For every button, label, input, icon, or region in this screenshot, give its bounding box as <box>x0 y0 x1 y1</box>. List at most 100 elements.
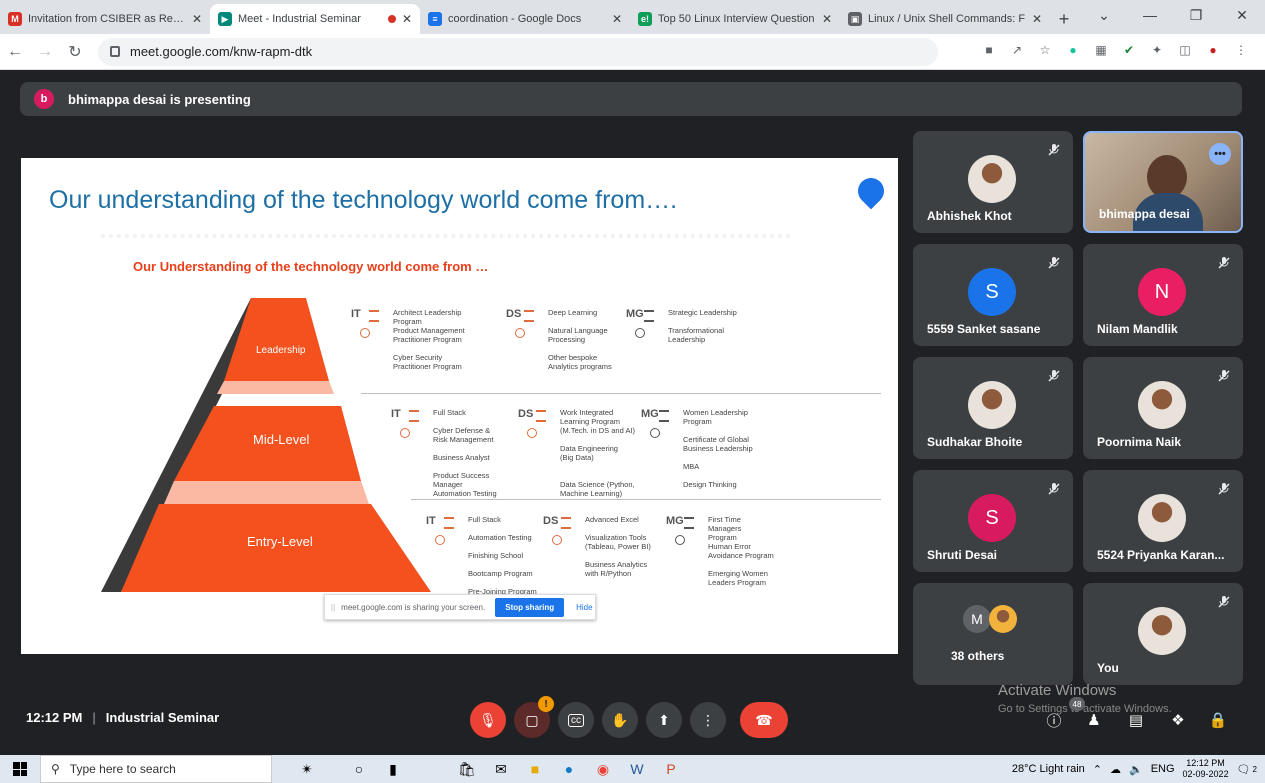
mic-toggle-button[interactable]: 🎙 <box>470 702 506 738</box>
participant-name: 5559 Sanket sasane <box>927 322 1041 336</box>
browser-tab[interactable]: ▣ Linux / Unix Shell Commands: F ✕ <box>840 4 1050 34</box>
participant-tile[interactable]: Sudhakar Bhoite <box>913 357 1073 459</box>
url-omnibox[interactable]: meet.google.com/knw-rapm-dtk <box>98 37 938 66</box>
check-extension-icon[interactable]: ✔ <box>1121 42 1137 58</box>
taskbar-search[interactable]: ⚲ Type here to search <box>40 755 272 783</box>
mic-muted-icon <box>1217 369 1231 383</box>
participant-name: Shruti Desai <box>927 548 998 562</box>
it-certificate-icon: IT <box>391 406 421 442</box>
word-icon[interactable]: W <box>620 755 654 783</box>
host-controls-button[interactable]: 🔒 <box>1206 708 1230 732</box>
program-line <box>683 471 753 480</box>
file-explorer-icon[interactable]: ■ <box>518 755 552 783</box>
participant-tile[interactable]: M 38 others <box>913 583 1073 685</box>
tab-close-icon[interactable]: ✕ <box>612 12 622 26</box>
program-line: Automation Testing <box>433 489 497 498</box>
mail-icon[interactable]: ✉ <box>484 755 518 783</box>
grammarly-icon[interactable]: ● <box>1065 42 1081 58</box>
tab-close-icon[interactable]: ✕ <box>192 12 202 26</box>
mic-muted-icon <box>1217 595 1231 609</box>
meeting-details-button[interactable]: ⓘ <box>1042 708 1066 732</box>
people-button[interactable]: ♟ <box>1082 708 1106 732</box>
hangup-icon: ☎ <box>755 711 773 728</box>
edge-icon[interactable]: ● <box>552 755 586 783</box>
menu-kebab-icon[interactable]: ⋮ <box>1233 42 1249 58</box>
notifications-icon[interactable]: 🗨 <box>1237 763 1251 776</box>
forward-button[interactable]: → <box>30 43 60 61</box>
new-tab-button[interactable]: + <box>1050 4 1078 34</box>
captions-button[interactable]: cc <box>558 702 594 738</box>
ds-certificate-icon: DS <box>543 513 573 549</box>
participant-photo <box>1138 381 1186 429</box>
presenter-avatar: b <box>34 89 54 109</box>
notification-count: 2 <box>1252 764 1257 774</box>
reload-button[interactable]: ↻ <box>60 42 90 62</box>
powerpoint-icon[interactable]: P <box>654 755 688 783</box>
drag-handle-icon[interactable]: || <box>331 603 335 612</box>
volume-icon[interactable]: 🔈 <box>1129 763 1143 776</box>
network-icon[interactable]: ☁ <box>1110 763 1121 776</box>
participant-tile[interactable]: S Shruti Desai <box>913 470 1073 572</box>
tab-close-icon[interactable]: ✕ <box>822 12 832 26</box>
hide-button[interactable]: Hide <box>576 603 592 612</box>
stop-sharing-button[interactable]: Stop sharing <box>495 597 565 617</box>
more-options-button[interactable]: ⋮ <box>690 702 726 738</box>
it-certificate-icon: IT <box>426 513 456 549</box>
language-indicator[interactable]: ENG <box>1151 763 1175 775</box>
meeting-name[interactable]: Industrial Seminar <box>106 710 219 725</box>
tab-search-icon[interactable]: ⌄ <box>1081 0 1127 30</box>
program-line <box>548 344 612 353</box>
participant-tile[interactable]: You <box>1083 583 1243 685</box>
chrome-icon[interactable]: ◉ <box>586 755 620 783</box>
participant-avatar: S <box>968 268 1016 316</box>
activities-button[interactable]: ❖ <box>1166 708 1190 732</box>
task-view-icon[interactable]: ▮ <box>376 755 410 783</box>
chat-button[interactable]: ▤ <box>1124 708 1148 732</box>
browser-tab[interactable]: e! Top 50 Linux Interview Question ✕ <box>630 4 840 34</box>
start-button[interactable] <box>0 762 40 776</box>
participant-tile[interactable]: 5524 Priyanka Karan... <box>1083 470 1243 572</box>
camera-in-use-icon[interactable]: ■ <box>981 42 997 58</box>
extensions-puzzle-icon[interactable]: ✦ <box>1149 42 1165 58</box>
cortana-icon[interactable]: ○ <box>342 755 376 783</box>
it-program-list: Full Stack Cyber Defense & Risk Managemen… <box>433 408 497 498</box>
tile-options-button[interactable]: ••• <box>1209 143 1231 165</box>
tray-chevron-icon[interactable]: ⌃ <box>1093 763 1102 776</box>
raise-hand-button[interactable]: ✋ <box>602 702 638 738</box>
weather-text[interactable]: 28°C Light rain <box>1012 763 1085 775</box>
restore-button[interactable]: ❐ <box>1173 0 1219 30</box>
tab-close-icon[interactable]: ✕ <box>1032 12 1042 26</box>
participant-tile[interactable]: Abhishek Khot <box>913 131 1073 233</box>
leave-call-button[interactable]: ☎ <box>740 702 788 738</box>
mic-muted-icon <box>1217 256 1231 270</box>
program-line: Work Integrated <box>560 408 614 417</box>
participant-tile[interactable]: Poornima Naik <box>1083 357 1243 459</box>
program-line: Leadership <box>668 335 706 344</box>
browser-tab[interactable]: ▶ Meet - Industrial Seminar ✕ <box>210 4 420 34</box>
share-icon[interactable]: ↗ <box>1009 42 1025 58</box>
grid-extension-icon[interactable]: ▦ <box>1093 42 1109 58</box>
store-icon[interactable]: 🛍 <box>450 755 484 783</box>
program-line: Machine Learning) <box>560 489 623 498</box>
camera-toggle-button[interactable]: ▢! <box>514 696 554 738</box>
mg-program-list: Women Leadership Program Certificate of G… <box>683 408 753 489</box>
news-widget-icon[interactable]: ✴ <box>272 755 342 783</box>
browser-tab[interactable]: M Invitation from CSIBER as Resou ✕ <box>0 4 210 34</box>
back-button[interactable]: ← <box>0 43 30 61</box>
sidepanel-icon[interactable]: ◫ <box>1177 42 1193 58</box>
present-button[interactable]: ⬆ <box>646 702 682 738</box>
program-line: Human Error <box>708 542 751 551</box>
participant-tile[interactable]: N Nilam Mandlik <box>1083 244 1243 346</box>
minimize-button[interactable]: — <box>1127 0 1173 30</box>
pyramid-level-leadership: Leadership <box>256 345 306 356</box>
profile-avatar-icon[interactable]: ● <box>1205 42 1221 58</box>
bookmark-star-icon[interactable]: ☆ <box>1037 42 1053 58</box>
tab-title: coordination - Google Docs <box>448 13 582 25</box>
clock[interactable]: 12:12 PM 02-09-2022 <box>1183 758 1229 780</box>
tab-close-icon[interactable]: ✕ <box>402 12 412 26</box>
row-separator <box>361 393 881 394</box>
browser-tab[interactable]: ≡ coordination - Google Docs ✕ <box>420 4 630 34</box>
participant-tile[interactable]: S 5559 Sanket sasane <box>913 244 1073 346</box>
close-window-button[interactable]: ✕ <box>1219 0 1265 30</box>
participant-tile[interactable]: ••• bhimappa desai <box>1083 131 1243 233</box>
